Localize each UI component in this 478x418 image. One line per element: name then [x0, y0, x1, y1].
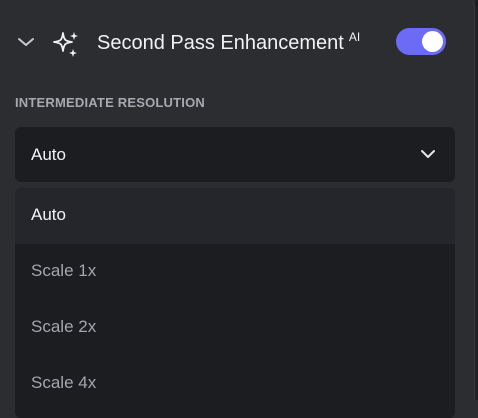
chevron-down-icon [421, 150, 435, 158]
option-label: Auto [31, 205, 66, 224]
resolution-label: INTERMEDIATE RESOLUTION [15, 95, 205, 110]
option-scale-1x[interactable]: Scale 1x [15, 244, 455, 300]
option-label: Scale 2x [31, 317, 97, 336]
sparkles-icon [53, 32, 78, 57]
chevron-down-icon[interactable] [17, 35, 35, 49]
option-scale-4x[interactable]: Scale 4x [15, 356, 455, 412]
settings-panel: Second Pass Enhancement AI INTERMEDIATE R… [0, 0, 475, 418]
resolution-dropdown: Auto Scale 1x Scale 2x Scale 4x [15, 188, 455, 418]
section-title: Second Pass Enhancement AI [97, 30, 361, 57]
toggle-knob [422, 31, 443, 52]
option-label: Scale 1x [31, 261, 97, 280]
ai-badge: AI [348, 30, 361, 44]
option-label: Scale 4x [31, 373, 97, 392]
section-header[interactable]: Second Pass Enhancement AI [0, 22, 474, 62]
section-title-text: Second Pass Enhancement [97, 32, 344, 54]
option-auto[interactable]: Auto [15, 188, 455, 244]
option-scale-2x[interactable]: Scale 2x [15, 300, 455, 356]
select-value: Auto [31, 145, 66, 164]
enhancement-toggle[interactable] [396, 28, 446, 55]
resolution-select[interactable]: Auto [15, 127, 455, 182]
